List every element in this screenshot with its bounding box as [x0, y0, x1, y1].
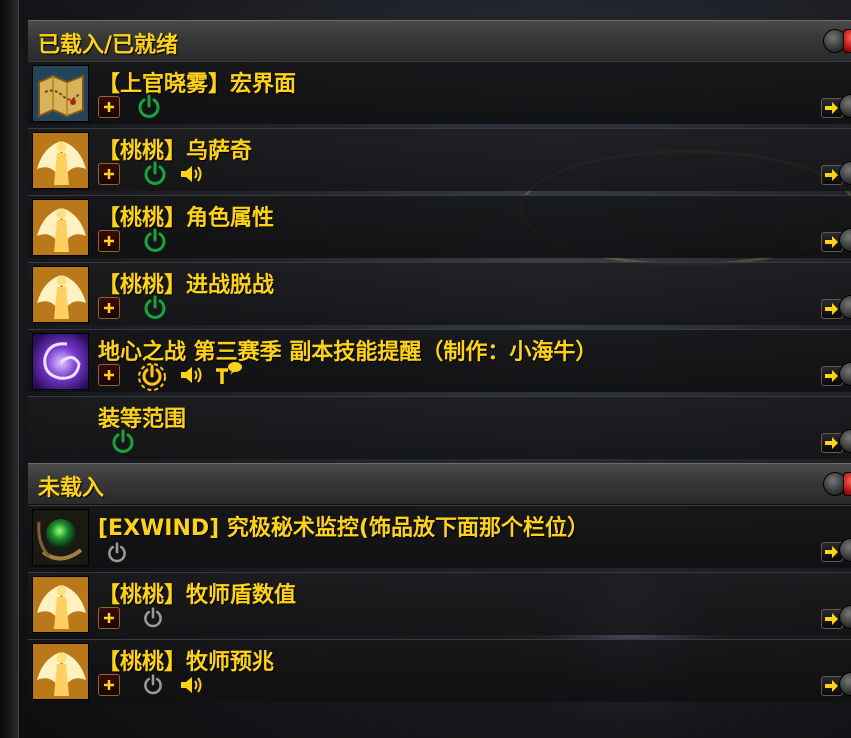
aura-name: 【桃桃】角色属性 [98, 206, 275, 231]
aura-name: 【桃桃】进战脱战 [98, 273, 275, 298]
section-header-unloaded[interactable]: 未载入 [28, 463, 851, 505]
aura-name: 【上官晓雾】宏界面 [98, 72, 297, 97]
add-button[interactable] [98, 674, 120, 696]
add-button[interactable] [98, 96, 120, 118]
speaker-icon[interactable] [178, 363, 204, 387]
section-title: 已载入/已就绪 [38, 33, 179, 58]
add-button[interactable] [98, 364, 120, 386]
aura-row[interactable]: 【桃桃】角色属性 [28, 195, 851, 258]
aura-name: 【桃桃】牧师盾数值 [98, 583, 297, 608]
power-off-icon[interactable] [142, 607, 164, 629]
angel-wings-icon [32, 576, 89, 633]
aura-name: 地心之战 第三赛季 副本技能提醒（制作：小海牛） [98, 340, 598, 365]
power-off-icon[interactable] [142, 674, 164, 696]
expand-collapse-icon[interactable] [843, 472, 851, 496]
aura-name: [EXWIND] 究极秘术监控(饰品放下面那个栏位） [98, 516, 589, 541]
expand-collapse-icon[interactable] [843, 29, 851, 53]
power-icon[interactable] [142, 228, 168, 254]
power-icon[interactable] [136, 94, 162, 120]
treasure-map-icon [32, 65, 89, 122]
angel-wings-icon [32, 199, 89, 256]
aura-name: 【桃桃】牧师预兆 [98, 650, 275, 675]
green-orb-icon [32, 509, 89, 566]
aura-row[interactable]: [EXWIND] 究极秘术监控(饰品放下面那个栏位） [28, 505, 851, 568]
angel-wings-icon [32, 643, 89, 700]
aura-row[interactable]: 装等范围 [28, 396, 851, 459]
power-icon[interactable] [110, 429, 136, 455]
text-bubble-icon[interactable] [214, 360, 244, 386]
section-header-loaded[interactable]: 已载入/已就绪 [28, 20, 851, 62]
aura-row[interactable]: 【桃桃】乌萨奇 [28, 128, 851, 191]
power-icon[interactable] [142, 295, 168, 321]
section-title: 未载入 [38, 476, 105, 501]
speaker-icon[interactable] [178, 162, 204, 186]
aura-name: 【桃桃】乌萨奇 [98, 139, 253, 164]
power-loading-icon[interactable] [136, 360, 168, 392]
angel-wings-icon [32, 132, 89, 189]
add-button[interactable] [98, 297, 120, 319]
aura-row[interactable]: 【上官晓雾】宏界面 [28, 61, 851, 124]
add-button[interactable] [98, 230, 120, 252]
speaker-icon[interactable] [178, 673, 204, 697]
add-button[interactable] [98, 163, 120, 185]
add-button[interactable] [98, 607, 120, 629]
power-icon[interactable] [142, 161, 168, 187]
purple-vortex-icon [32, 333, 89, 390]
angel-wings-icon [32, 266, 89, 323]
power-off-icon[interactable] [106, 542, 128, 564]
aura-row[interactable]: 【桃桃】牧师预兆 [28, 639, 851, 702]
aura-list-panel: 已载入/已就绪 【上官晓雾】宏界面 【桃桃】乌萨奇 【桃桃】角色属性 【桃桃】进… [22, 0, 851, 738]
aura-row[interactable]: 地心之战 第三赛季 副本技能提醒（制作：小海牛） [28, 329, 851, 392]
window-frame-left [0, 0, 19, 738]
aura-row[interactable]: 【桃桃】进战脱战 [28, 262, 851, 325]
aura-row[interactable]: 【桃桃】牧师盾数值 [28, 572, 851, 635]
